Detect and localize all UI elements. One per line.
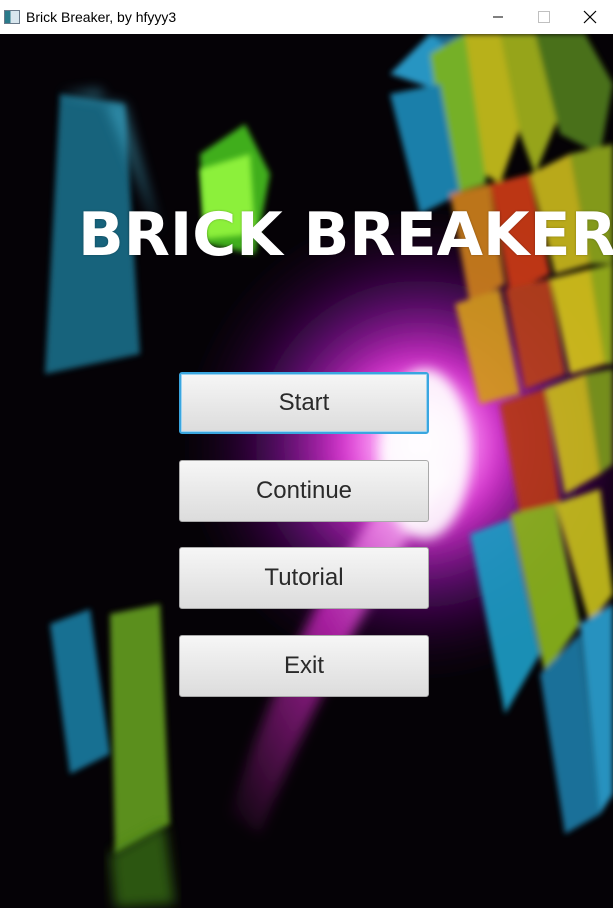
game-title: BRICK BREAKER <box>78 200 613 270</box>
tutorial-button[interactable]: Tutorial <box>179 547 429 609</box>
maximize-button[interactable] <box>521 0 567 34</box>
app-window: Brick Breaker, by hfyyy3 BRICK BREAKER S… <box>0 0 613 908</box>
game-area: BRICK BREAKER Start Continue Tutorial Ex… <box>0 34 613 908</box>
start-button[interactable]: Start <box>179 372 429 434</box>
continue-button[interactable]: Continue <box>179 460 429 522</box>
minimize-icon <box>493 16 503 18</box>
minimize-button[interactable] <box>475 0 521 34</box>
title-bar: Brick Breaker, by hfyyy3 <box>0 0 613 34</box>
exit-button[interactable]: Exit <box>179 635 429 697</box>
window-title: Brick Breaker, by hfyyy3 <box>26 9 177 25</box>
close-button[interactable] <box>567 0 613 34</box>
window-controls <box>475 0 613 34</box>
app-window-icon <box>4 10 20 24</box>
maximize-icon <box>538 11 550 23</box>
close-icon <box>583 10 597 24</box>
